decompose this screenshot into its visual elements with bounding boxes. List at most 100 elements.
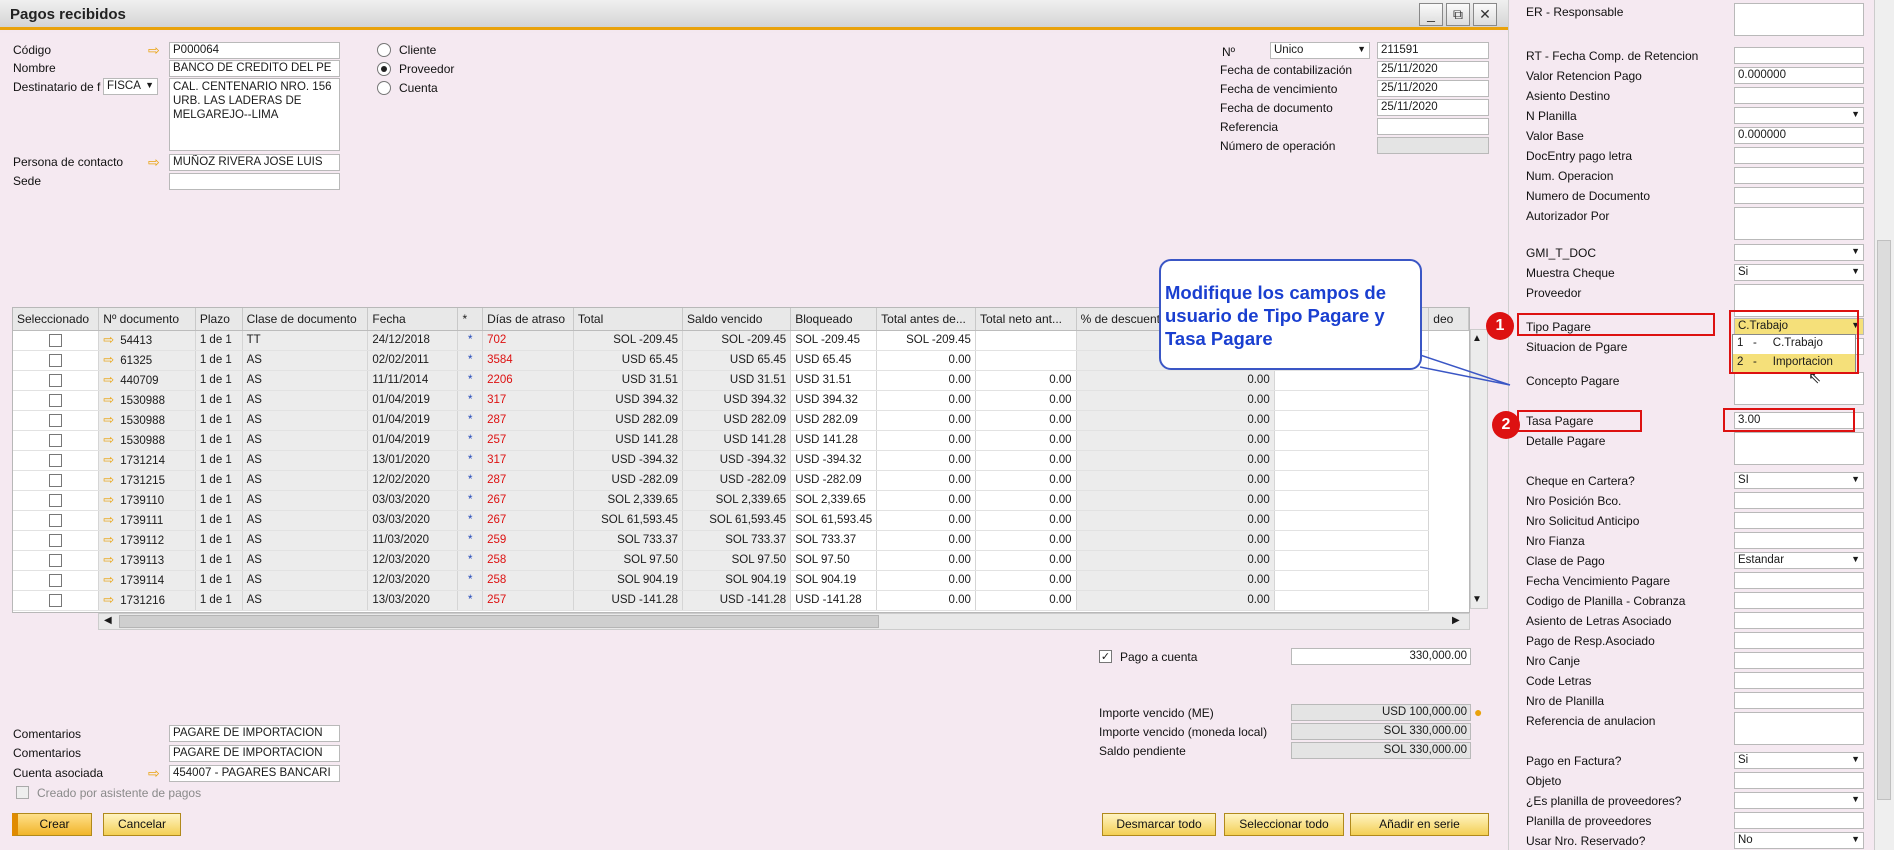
user-field-input[interactable] <box>1734 532 1864 549</box>
table-row[interactable]: ⇨ 1739113 1 de 1 AS 12/03/2020 * 258 SOL 97.50 S… <box>13 550 1469 571</box>
sede-field[interactable] <box>169 173 340 190</box>
row-select-cell[interactable] <box>13 550 100 571</box>
cancelar-button[interactable]: Cancelar <box>103 813 181 836</box>
doc-number-field[interactable]: 211591 <box>1377 42 1489 59</box>
scrollbar-thumb[interactable] <box>119 615 879 628</box>
grid-cell[interactable]: ⇨ 1530988 <box>98 390 196 411</box>
user-field-input[interactable] <box>1734 652 1864 669</box>
link-arrow-icon[interactable]: ⇨ <box>103 572 114 587</box>
row-checkbox[interactable] <box>49 573 63 587</box>
grid-cell[interactable]: ⇨ 1739111 <box>98 510 196 531</box>
user-field-select[interactable]: SI <box>1734 472 1864 489</box>
table-row[interactable]: ⇨ 440709 1 de 1 AS 11/11/2014 * 2206 USD 31.51 U… <box>13 370 1469 391</box>
link-arrow-icon[interactable]: ⇨ <box>103 452 114 467</box>
row-select-cell[interactable] <box>13 490 100 511</box>
minimize-button[interactable]: _ <box>1419 3 1443 26</box>
column-header[interactable]: Bloqueado <box>790 308 878 331</box>
scroll-left-icon[interactable]: ◀ <box>104 615 112 626</box>
row-select-cell[interactable] <box>13 450 100 471</box>
user-field-input[interactable] <box>1734 432 1864 465</box>
pago-a-cuenta-checkbox[interactable] <box>1099 650 1112 663</box>
row-checkbox[interactable] <box>49 593 63 607</box>
row-checkbox[interactable] <box>49 413 63 427</box>
table-row[interactable]: ⇨ 1530988 1 de 1 AS 01/04/2019 * 317 USD 394.32… <box>13 390 1469 411</box>
user-field-input[interactable] <box>1734 372 1864 405</box>
user-field-input[interactable] <box>1734 147 1864 164</box>
row-select-cell[interactable] <box>13 530 100 551</box>
close-button[interactable]: ✕ <box>1473 3 1497 26</box>
user-field-input[interactable] <box>1734 772 1864 789</box>
row-checkbox[interactable] <box>49 433 63 447</box>
link-arrow-icon[interactable]: ⇨ <box>103 512 114 527</box>
user-field-input[interactable] <box>1734 712 1864 745</box>
user-field-input[interactable]: 0.000000 <box>1734 127 1864 144</box>
user-field-input[interactable] <box>1734 632 1864 649</box>
table-row[interactable]: ⇨ 1731214 1 de 1 AS 13/01/2020 * 317 USD -394.3… <box>13 450 1469 471</box>
radio-proveedor[interactable] <box>377 62 391 76</box>
scroll-down-icon[interactable]: ▼ <box>1472 594 1482 605</box>
grid-cell[interactable]: ⇨ 1739110 <box>98 490 196 511</box>
row-checkbox[interactable] <box>49 513 63 527</box>
table-row[interactable]: ⇨ 1739114 1 de 1 AS 12/03/2020 * 258 SOL 904.19… <box>13 570 1469 591</box>
fecha-contab-field[interactable]: 25/11/2020 <box>1377 61 1489 78</box>
row-select-cell[interactable] <box>13 330 100 351</box>
table-row[interactable]: ⇨ 1739112 1 de 1 AS 11/03/2020 * 259 SOL 733.37… <box>13 530 1469 551</box>
row-checkbox[interactable] <box>49 453 63 467</box>
grid-cell[interactable]: ⇨ 1739112 <box>98 530 196 551</box>
user-field-select[interactable] <box>1734 107 1864 124</box>
comentarios-field[interactable]: PAGARE DE IMPORTACION <box>169 745 340 762</box>
radio-cuenta[interactable] <box>377 81 391 95</box>
link-arrow-icon[interactable]: ⇨ <box>103 472 114 487</box>
user-field-input[interactable] <box>1734 187 1864 204</box>
user-field-input[interactable] <box>1734 207 1864 240</box>
row-select-cell[interactable] <box>13 590 100 611</box>
row-checkbox[interactable] <box>49 333 63 347</box>
link-arrow-icon[interactable]: ⇨ <box>103 392 114 407</box>
codigo-field[interactable]: P000064 <box>169 42 340 59</box>
user-field-input[interactable] <box>1734 87 1864 104</box>
table-row[interactable]: ⇨ 1731215 1 de 1 AS 12/02/2020 * 287 USD -282.0… <box>13 470 1469 491</box>
column-header[interactable]: Fecha <box>367 308 459 331</box>
row-select-cell[interactable] <box>13 370 100 391</box>
seleccionar-button[interactable]: Seleccionar todo <box>1224 813 1344 836</box>
link-arrow-icon[interactable]: ⇨ <box>148 155 160 169</box>
row-checkbox[interactable] <box>49 533 63 547</box>
link-arrow-icon[interactable]: ⇨ <box>103 532 114 547</box>
grid-cell[interactable]: ⇨ 1739114 <box>98 570 196 591</box>
row-checkbox[interactable] <box>49 373 63 387</box>
grid-cell[interactable]: ⇨ 1739113 <box>98 550 196 571</box>
user-field-input[interactable]: 0.000000 <box>1734 67 1864 84</box>
column-header[interactable]: Plazo <box>195 308 243 331</box>
user-field-input[interactable] <box>1734 612 1864 629</box>
panel-vertical-scrollbar[interactable] <box>1874 0 1894 850</box>
user-field-input[interactable] <box>1734 672 1864 689</box>
fecha-venc-field[interactable]: 25/11/2020 <box>1377 80 1489 97</box>
row-checkbox[interactable] <box>49 473 63 487</box>
link-arrow-icon[interactable]: ⇨ <box>103 352 114 367</box>
user-field-select[interactable]: Estandar <box>1734 552 1864 569</box>
user-field-select[interactable]: Si <box>1734 752 1864 769</box>
column-header[interactable]: * <box>457 308 484 331</box>
row-select-cell[interactable] <box>13 390 100 411</box>
column-header[interactable]: Nº documento <box>98 308 196 331</box>
grid-cell[interactable]: ⇨ 1530988 <box>98 430 196 451</box>
row-select-cell[interactable] <box>13 350 100 371</box>
link-arrow-icon[interactable]: ⇨ <box>148 766 160 780</box>
desmarcar-button[interactable]: Desmarcar todo <box>1102 813 1216 836</box>
fecha-doc-field[interactable]: 25/11/2020 <box>1377 99 1489 116</box>
radio-cliente[interactable] <box>377 43 391 57</box>
user-field-input[interactable] <box>1734 512 1864 529</box>
restore-button[interactable]: ⧉ <box>1446 3 1470 26</box>
user-field-input[interactable] <box>1734 692 1864 709</box>
column-header[interactable]: deo <box>1428 308 1469 331</box>
row-select-cell[interactable] <box>13 410 100 431</box>
user-field-input[interactable] <box>1734 492 1864 509</box>
user-field-select[interactable] <box>1734 244 1864 261</box>
user-field-select[interactable]: No <box>1734 832 1864 849</box>
link-arrow-icon[interactable]: ⇨ <box>103 492 114 507</box>
cuenta-field[interactable]: 454007 - PAGARES BANCARI <box>169 765 340 782</box>
link-arrow-icon[interactable]: ⇨ <box>103 592 114 607</box>
link-arrow-icon[interactable]: ⇨ <box>103 332 114 347</box>
link-arrow-icon[interactable]: ⇨ <box>103 552 114 567</box>
scroll-right-icon[interactable]: ▶ <box>1452 615 1460 626</box>
